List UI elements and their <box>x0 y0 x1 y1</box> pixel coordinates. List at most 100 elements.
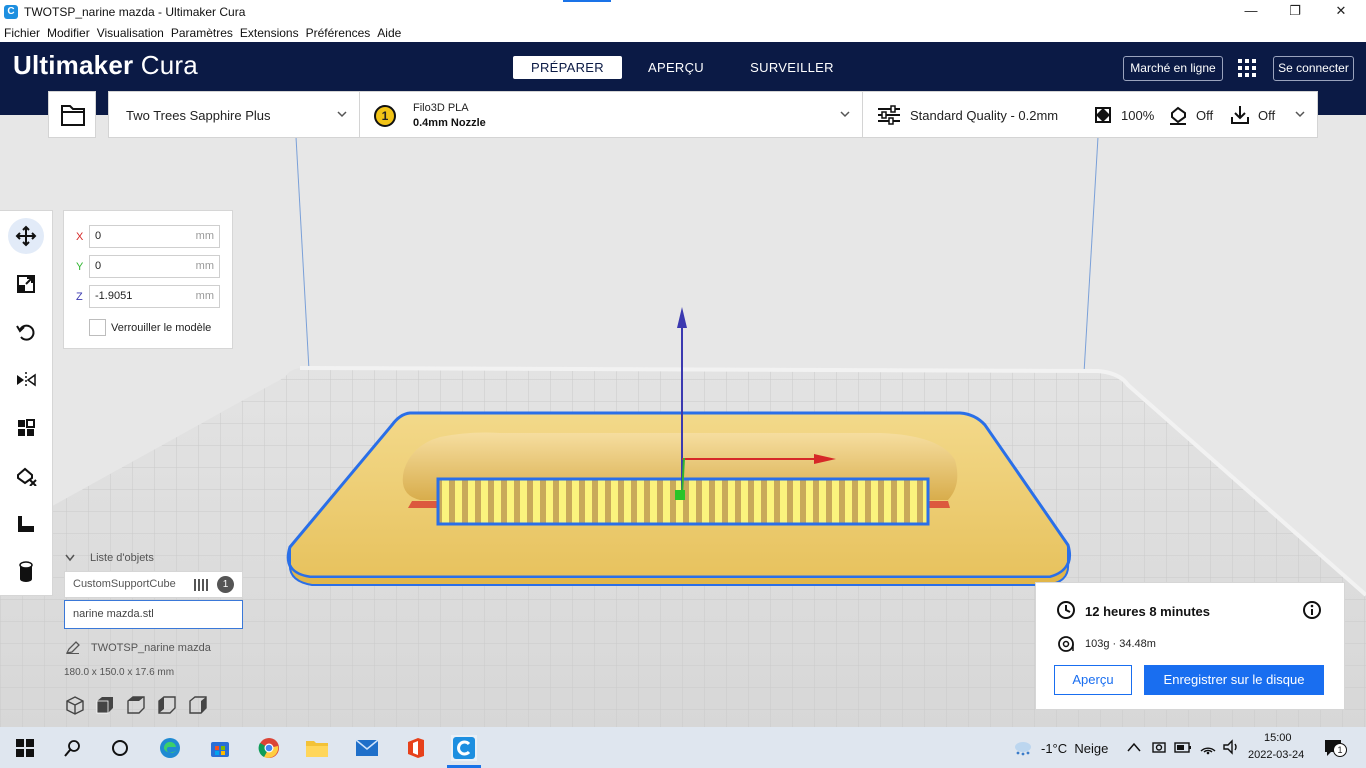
logo-light-text: Cura <box>133 50 198 80</box>
chevron-down-icon <box>840 111 850 118</box>
support-value: Off <box>1196 108 1214 123</box>
marketplace-button[interactable]: Marché en ligne <box>1123 56 1223 81</box>
settings-sliders-icon <box>878 105 900 125</box>
cura-taskbar-button[interactable] <box>451 735 477 761</box>
chrome-taskbar-button[interactable] <box>256 735 282 761</box>
close-button[interactable]: ✕ <box>1318 0 1364 23</box>
object-row-narine-mazda[interactable]: narine mazda.stl <box>64 600 243 629</box>
view-top-icon <box>127 696 145 714</box>
window-title-bar: C TWOTSP_narine mazda - Ultimaker Cura —… <box>0 0 1366 23</box>
window-title: TWOTSP_narine mazda - Ultimaker Cura <box>24 4 246 19</box>
material-selector[interactable]: 1 Filo3D PLA 0.4mm Nozzle <box>359 91 863 138</box>
per-model-settings-icon <box>18 419 35 436</box>
cylinder-icon <box>19 561 33 582</box>
windows-start-button[interactable] <box>12 735 38 761</box>
z-axis-label: Z <box>76 291 83 303</box>
chevron-up-icon[interactable] <box>1127 742 1141 752</box>
object-list-header: Liste d'objets <box>90 552 154 564</box>
menu-extensions[interactable]: Extensions <box>240 26 299 40</box>
volume-edge-left <box>295 136 310 371</box>
save-to-disk-button[interactable]: Enregistrer sur le disque <box>1144 665 1324 695</box>
folder-icon <box>61 105 85 126</box>
object-name: narine mazda.stl <box>73 608 154 620</box>
scale-tool[interactable] <box>8 266 44 302</box>
infill-icon <box>1095 107 1111 123</box>
lock-model-label: Verrouiller le modèle <box>111 322 212 334</box>
weather-text[interactable]: -1°C Neige <box>1041 741 1108 756</box>
project-name: TWOTSP_narine mazda <box>91 642 211 654</box>
quality-profile: Standard Quality - 0.2mm <box>910 108 1059 123</box>
windows-logo-icon <box>16 739 34 757</box>
mail-icon <box>355 739 379 756</box>
print-time: 12 heures 8 minutes <box>1085 604 1210 619</box>
tab-surveiller[interactable]: SURVEILLER <box>740 56 844 79</box>
wifi-icon[interactable] <box>1199 739 1217 755</box>
file-explorer-icon <box>306 741 328 757</box>
mirror-icon <box>17 372 36 388</box>
model-dimensions: 180.0 x 150.0 x 17.6 mm <box>64 667 175 678</box>
clock-icon <box>1057 601 1075 619</box>
per-model-settings-tool[interactable] <box>8 410 44 446</box>
y-position-input[interactable]: 0 mm <box>89 255 220 278</box>
z-position-input[interactable]: -1.9051 mm <box>89 285 220 308</box>
menu-aide[interactable]: Aide <box>377 26 401 40</box>
edge-taskbar-button[interactable] <box>157 735 183 761</box>
menu-modifier[interactable]: Modifier <box>47 26 90 40</box>
apps-grid-icon[interactable] <box>1238 59 1256 77</box>
menu-fichier[interactable]: Fichier <box>4 26 40 40</box>
support-icon <box>1170 106 1186 125</box>
adhesion-value: Off <box>1258 108 1276 123</box>
sign-in-button[interactable]: Se connecter <box>1273 56 1354 81</box>
open-file-button[interactable] <box>48 91 96 138</box>
object-list-toggle[interactable]: Liste d'objets <box>65 552 154 564</box>
support-blocker-tool[interactable] <box>8 458 44 494</box>
object-row-support-cube[interactable]: CustomSupportCube 1 <box>64 571 243 598</box>
clock-time[interactable]: 15:00 <box>1264 732 1292 744</box>
notification-badge: 1 <box>1333 743 1347 757</box>
minimize-button[interactable]: — <box>1228 0 1274 23</box>
x-position-input[interactable]: 0 mm <box>89 225 220 248</box>
search-icon <box>64 740 80 757</box>
battery-icon[interactable] <box>1174 739 1192 755</box>
move-tool[interactable] <box>8 218 44 254</box>
volume-icon[interactable] <box>1222 739 1240 755</box>
clock-date[interactable]: 2022-03-24 <box>1248 749 1304 761</box>
view-3d-icon <box>66 696 84 715</box>
print-settings-selector[interactable]: Standard Quality - 0.2mm 100% Off Off <box>862 91 1318 138</box>
info-icon[interactable] <box>1302 600 1322 620</box>
cylindric-support-tool[interactable] <box>8 554 44 590</box>
material-usage: 103g · 34.48m <box>1085 638 1156 650</box>
z-unit: mm <box>195 290 214 302</box>
search-button[interactable] <box>60 735 86 761</box>
custom-support-tool[interactable] <box>8 506 44 542</box>
material-name: Filo3D PLA <box>413 102 469 114</box>
preview-button[interactable]: Aperçu <box>1054 665 1132 695</box>
camera-view-buttons <box>66 696 207 715</box>
y-axis-label: Y <box>76 261 84 273</box>
rotate-icon <box>16 324 35 341</box>
title-accent-line <box>563 0 611 2</box>
gizmo-z-arrow <box>677 307 687 328</box>
maximize-button[interactable]: ❐ <box>1272 0 1318 23</box>
rotate-tool[interactable] <box>8 314 44 350</box>
printer-selector[interactable]: Two Trees Sapphire Plus <box>108 91 360 138</box>
explorer-taskbar-button[interactable] <box>304 735 330 761</box>
office-taskbar-button[interactable] <box>403 735 429 761</box>
menu-parametres[interactable]: Paramètres <box>171 26 233 40</box>
view-right-icon <box>189 696 207 714</box>
mail-taskbar-button[interactable] <box>354 735 380 761</box>
menu-visualisation[interactable]: Visualisation <box>97 26 164 40</box>
lock-model-checkbox[interactable] <box>89 319 106 336</box>
extruder-badge: 1 <box>374 105 396 127</box>
menu-preferences[interactable]: Préférences <box>306 26 371 40</box>
store-taskbar-button[interactable] <box>207 735 233 761</box>
task-view-button[interactable] <box>107 735 133 761</box>
tab-apercu[interactable]: APERÇU <box>636 56 716 79</box>
weather-snow-icon <box>1015 742 1031 756</box>
windows-taskbar: -1°C Neige 15:00 2022-03-24 1 <box>0 727 1366 768</box>
chevron-down-icon <box>65 554 75 562</box>
camera-tray-icon[interactable] <box>1151 739 1167 755</box>
tab-preparer[interactable]: PRÉPARER <box>513 56 622 79</box>
mirror-tool[interactable] <box>8 362 44 398</box>
pencil-icon[interactable] <box>66 641 80 654</box>
